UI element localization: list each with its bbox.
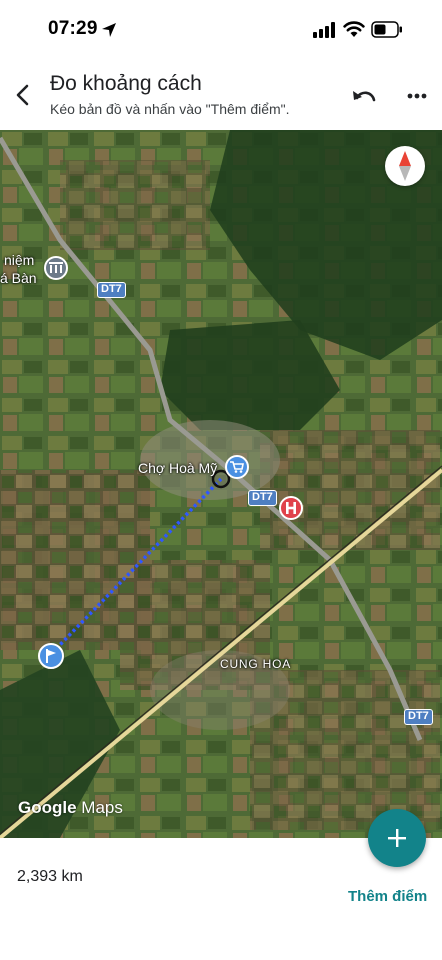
- market-label[interactable]: Chợ Hoà Mỹ: [138, 460, 217, 476]
- back-arrow-icon: [16, 84, 29, 106]
- battery-icon: [371, 21, 402, 38]
- undo-icon: [353, 91, 376, 102]
- area-label-cung-hoa: CUNG HOA: [220, 657, 292, 671]
- start-flag-marker-icon[interactable]: [38, 643, 64, 669]
- satellite-imagery: [0, 130, 442, 838]
- distance-value: 2,393 km: [17, 868, 83, 885]
- more-vert-icon: [407, 93, 427, 99]
- shopping-cart-poi-icon[interactable]: [225, 455, 249, 479]
- road-shield-dt7-middle: DT7: [248, 490, 277, 506]
- museum-poi-icon[interactable]: [44, 256, 68, 280]
- add-point-button[interactable]: Thêm điểm: [348, 888, 427, 905]
- compass-icon: [399, 151, 411, 181]
- memorial-label-line2: á Bàn: [0, 270, 37, 286]
- add-point-fab[interactable]: [368, 809, 426, 867]
- memorial-label-line1: niệm: [4, 252, 35, 268]
- google-maps-logo: Google Maps: [18, 798, 123, 817]
- status-bar: 07:29: [0, 0, 442, 60]
- header: Đo khoảng cách Kéo bản đồ và nhấn vào "T…: [0, 60, 442, 130]
- road-shield-dt7-bottom: DT7: [404, 709, 433, 725]
- compass-button[interactable]: [385, 146, 425, 186]
- back-button[interactable]: [8, 80, 38, 110]
- status-time: 07:29: [48, 18, 98, 39]
- location-arrow-icon: [102, 23, 116, 37]
- plus-icon: [388, 829, 406, 847]
- hospital-poi-icon[interactable]: [279, 496, 303, 520]
- page-title: Đo khoảng cách: [50, 72, 202, 95]
- wifi-icon: [343, 21, 365, 37]
- satellite-map[interactable]: niệm á Bàn DT7 DT7 DT7 Chợ Hoà Mỹ CUNG H…: [0, 130, 442, 838]
- road-shield-dt7-top: DT7: [97, 282, 126, 298]
- cellular-signal-icon: [313, 22, 335, 38]
- undo-button[interactable]: [349, 82, 379, 110]
- page-subtitle: Kéo bản đồ và nhấn vào "Thêm điểm".: [50, 101, 290, 117]
- more-options-button[interactable]: [400, 82, 434, 110]
